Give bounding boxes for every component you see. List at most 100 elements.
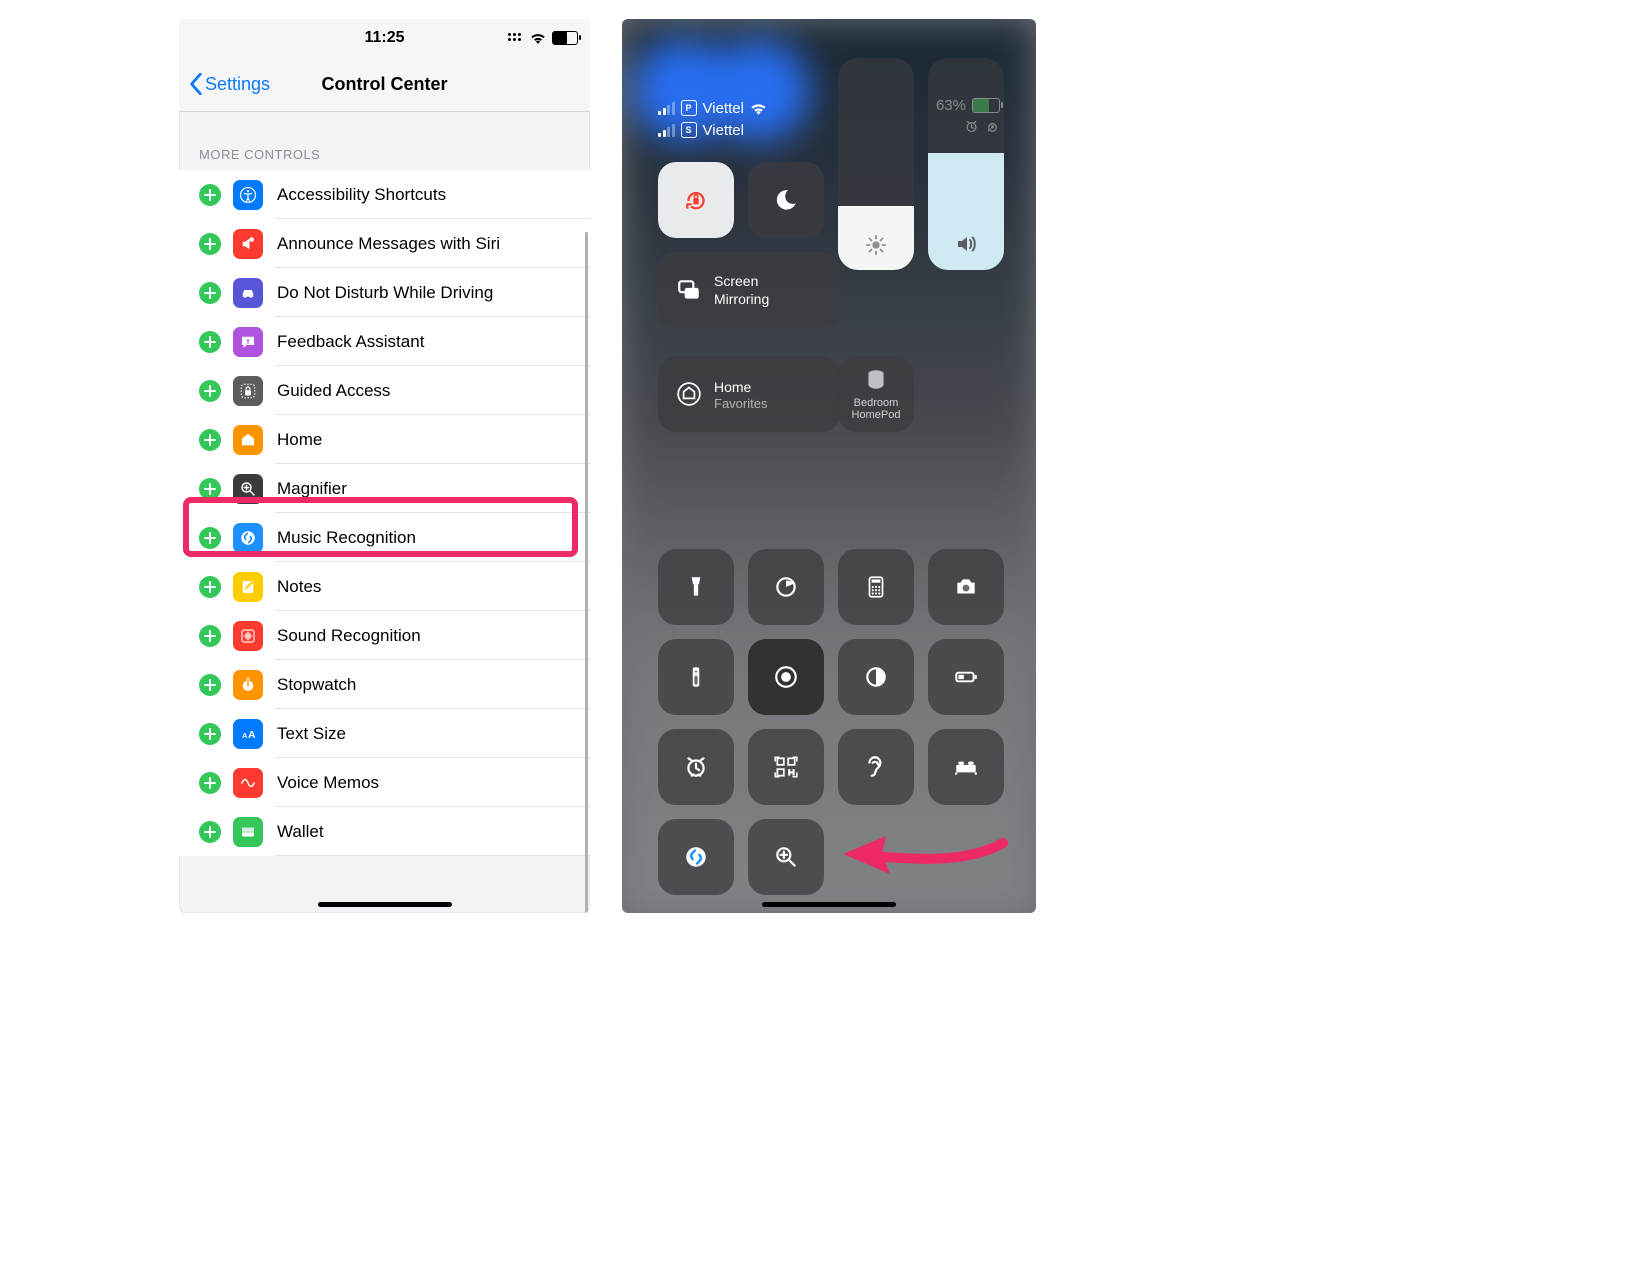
brightness-slider[interactable] [838, 58, 914, 270]
control-row-stopwatch[interactable]: Stopwatch [179, 660, 590, 709]
screen-mirroring-tile[interactable]: Screen Mirroring [658, 252, 840, 328]
homepod-room: Bedroom [852, 397, 901, 409]
control-label: Voice Memos [277, 773, 379, 793]
control-label: Wallet [277, 822, 324, 842]
sleep-tile[interactable] [928, 729, 1004, 805]
signal-bars-icon [658, 124, 675, 137]
brightness-icon [865, 234, 887, 256]
control-row-car[interactable]: Do Not Disturb While Driving [179, 268, 590, 317]
add-button[interactable] [199, 429, 221, 451]
add-button[interactable] [199, 233, 221, 255]
control-row-wallet[interactable]: Wallet [179, 807, 590, 856]
voicememo-icon [233, 768, 263, 798]
home-indicator[interactable] [318, 902, 452, 907]
add-button[interactable] [199, 576, 221, 598]
sound-icon [233, 621, 263, 651]
add-button[interactable] [199, 625, 221, 647]
volume-icon [954, 232, 978, 256]
settings-screenshot: 11:25 Settings Control Center MORE CONTR… [179, 19, 590, 913]
annotation-arrow [838, 828, 1008, 885]
shazam-icon [683, 844, 709, 870]
status-bar: 11:25 [179, 19, 590, 59]
control-row-magnifier[interactable]: Magnifier [179, 464, 590, 513]
signal-bars-icon [658, 102, 675, 115]
add-button[interactable] [199, 674, 221, 696]
do-not-disturb-tile[interactable] [748, 162, 824, 238]
add-button[interactable] [199, 723, 221, 745]
control-label: Accessibility Shortcuts [277, 185, 446, 205]
control-label: Notes [277, 577, 321, 597]
control-row-voicememo[interactable]: Voice Memos [179, 758, 590, 807]
control-label: Do Not Disturb While Driving [277, 283, 493, 303]
alarm-icon [683, 754, 709, 780]
battery-icon [552, 31, 578, 45]
control-row-notes[interactable]: Notes [179, 562, 590, 611]
scrollbar[interactable] [585, 215, 588, 913]
qrcode-icon [773, 754, 799, 780]
nav-bar: Settings Control Center [179, 59, 590, 112]
moon-icon [773, 187, 799, 213]
magnifier-icon [233, 474, 263, 504]
screenrecord-tile[interactable] [748, 639, 824, 715]
feedback-icon [233, 327, 263, 357]
add-button[interactable] [199, 380, 221, 402]
camera-tile[interactable] [928, 549, 1004, 625]
section-header: MORE CONTROLS [179, 111, 590, 170]
alarm-tile[interactable] [658, 729, 734, 805]
control-label: Feedback Assistant [277, 332, 424, 352]
hearing-tile[interactable] [838, 729, 914, 805]
control-row-lock[interactable]: Guided Access [179, 366, 590, 415]
control-label: Text Size [277, 724, 346, 744]
add-button[interactable] [199, 282, 221, 304]
control-row-sound[interactable]: Sound Recognition [179, 611, 590, 660]
control-row-textsize[interactable]: Text Size [179, 709, 590, 758]
dual-sim-indicator-icon [508, 33, 524, 43]
timer-tile[interactable] [748, 549, 824, 625]
add-button[interactable] [199, 772, 221, 794]
home-indicator[interactable] [762, 902, 896, 907]
darkmode-tile[interactable] [838, 639, 914, 715]
volume-slider[interactable] [928, 58, 1004, 270]
shazam-tile[interactable] [658, 819, 734, 895]
homepod-tile[interactable]: Bedroom HomePod [838, 356, 914, 432]
add-button[interactable] [199, 184, 221, 206]
settings-list-scroll[interactable]: MORE CONTROLS Accessibility Shortcuts Ann… [179, 111, 590, 913]
lowpower-tile[interactable] [928, 639, 1004, 715]
control-row-shazam[interactable]: Music Recognition [179, 513, 590, 562]
control-row-home[interactable]: Home [179, 415, 590, 464]
lowpower-icon [953, 664, 979, 690]
homepod-icon [863, 367, 889, 393]
car-icon [233, 278, 263, 308]
magnifier-tile[interactable] [748, 819, 824, 895]
home-tile[interactable]: Home Favorites [658, 356, 840, 432]
screen-mirroring-title: Screen [714, 272, 769, 290]
add-button[interactable] [199, 478, 221, 500]
remote-tile[interactable] [658, 639, 734, 715]
add-button[interactable] [199, 527, 221, 549]
timer-icon [773, 574, 799, 600]
notes-icon [233, 572, 263, 602]
more-controls-list: Accessibility Shortcuts Announce Messages… [179, 170, 590, 856]
control-label: Sound Recognition [277, 626, 421, 646]
lock-icon [233, 376, 263, 406]
sim-badge-1: P [681, 100, 697, 116]
wifi-icon [750, 102, 767, 115]
flashlight-icon [683, 574, 709, 600]
control-row-feedback[interactable]: Feedback Assistant [179, 317, 590, 366]
home-icon [676, 381, 702, 407]
screen-mirroring-subtitle: Mirroring [714, 290, 769, 308]
control-label: Magnifier [277, 479, 347, 499]
screenrecord-icon [773, 664, 799, 690]
camera-icon [953, 574, 979, 600]
add-button[interactable] [199, 821, 221, 843]
calculator-tile[interactable] [838, 549, 914, 625]
control-row-announce[interactable]: Announce Messages with Siri [179, 219, 590, 268]
qrcode-tile[interactable] [748, 729, 824, 805]
orientation-lock-tile[interactable] [658, 162, 734, 238]
control-row-accessibility[interactable]: Accessibility Shortcuts [179, 170, 590, 219]
flashlight-tile[interactable] [658, 549, 734, 625]
add-button[interactable] [199, 331, 221, 353]
control-label: Stopwatch [277, 675, 356, 695]
remote-icon [683, 664, 709, 690]
sleep-icon [953, 754, 979, 780]
